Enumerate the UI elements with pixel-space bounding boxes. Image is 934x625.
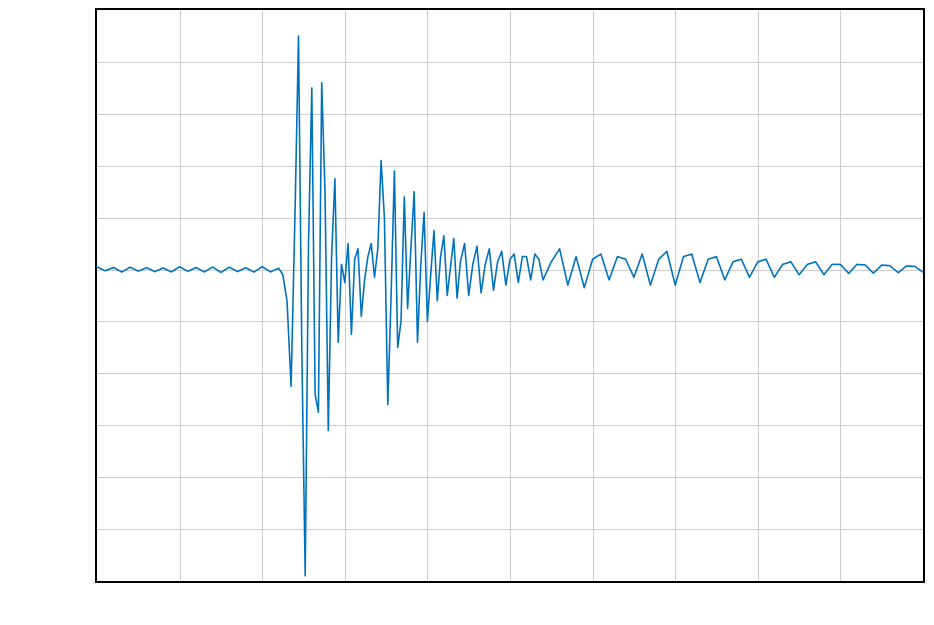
signal-trace xyxy=(97,10,923,581)
plot-area xyxy=(95,8,925,583)
